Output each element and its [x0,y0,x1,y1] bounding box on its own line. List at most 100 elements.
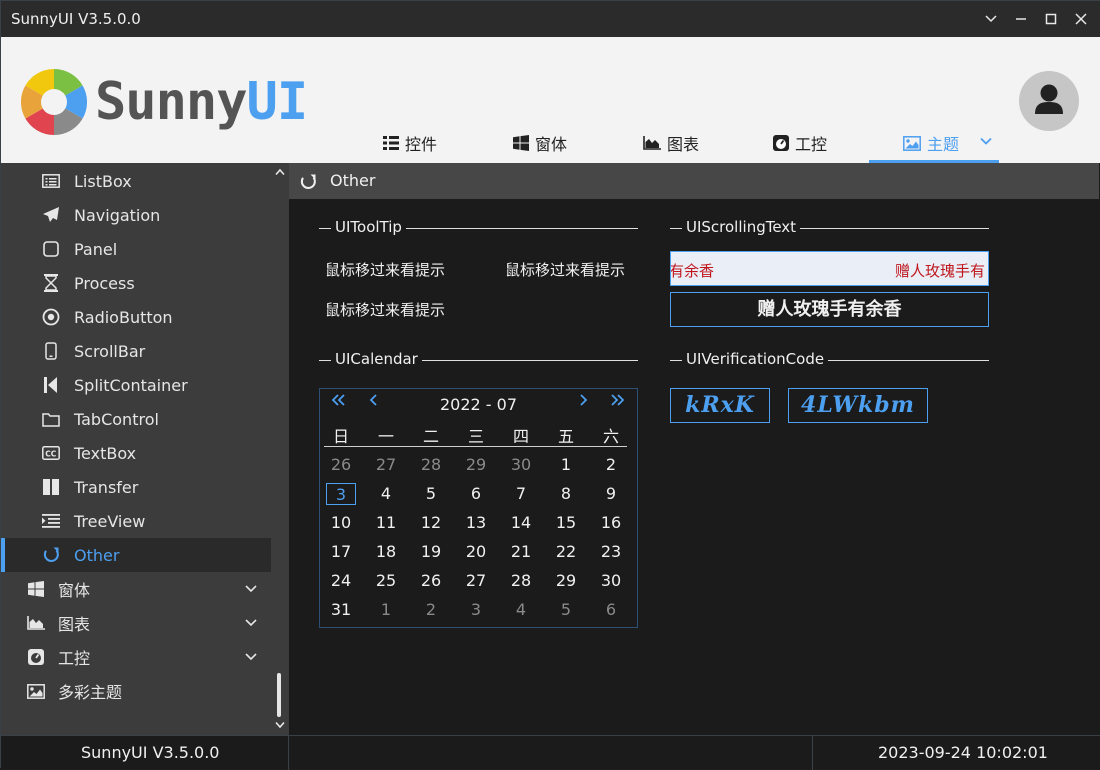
nav-tab-charts[interactable]: 图表 [627,127,757,163]
calendar-day[interactable]: 18 [370,541,402,563]
scroll-thumb[interactable] [277,673,281,717]
calendar-day[interactable]: 17 [325,541,357,563]
calendar-day[interactable]: 9 [595,483,627,505]
calendar-day[interactable]: 1 [550,454,582,476]
sidebar-item-panel[interactable]: Panel [1,232,271,266]
calendar-day[interactable]: 2 [415,599,447,621]
calendar-day[interactable]: 13 [460,512,492,534]
sidebar-item-textbox[interactable]: CC TextBox [1,436,271,470]
calendar-day[interactable]: 1 [370,599,402,621]
verification-code[interactable]: 4LWkbm [788,388,928,423]
sidebar-item-navigation[interactable]: Navigation [1,198,271,232]
app-window: SunnyUI V3.5.0.0 SunnyUI 控件 窗体 图表 工控 主题 … [0,0,1100,770]
sidebar-item-transfer[interactable]: Transfer [1,470,271,504]
list-icon [383,136,399,150]
nav-tab-theme[interactable]: 主题 [869,127,999,163]
sidebar-group-industrial[interactable]: 工控 [1,640,271,674]
calendar-day[interactable]: 10 [325,512,357,534]
list-alt-icon [41,171,61,191]
calendar-day[interactable]: 15 [550,512,582,534]
step-backward-icon [41,375,61,395]
calendar-day[interactable]: 26 [325,454,357,476]
calendar-day[interactable]: 28 [415,454,447,476]
user-avatar[interactable] [1019,71,1079,131]
calendar-day[interactable]: 31 [325,599,357,621]
nav-tab-forms[interactable]: 窗体 [497,127,627,163]
calendar-day[interactable]: 28 [505,570,537,592]
nav-tab-industrial[interactable]: 工控 [757,127,887,163]
calendar-day[interactable]: 27 [370,454,402,476]
status-version: SunnyUI V3.5.0.0 [81,743,220,762]
image-icon [26,681,46,701]
calendar: 2022 - 07 日一二三四五六 26 27 28 29 30 1 2 3 4 5 6 7 8 9 10 1… [319,388,638,628]
rotate-icon [41,545,61,565]
calendar-day[interactable]: 30 [595,570,627,592]
calendar-day[interactable]: 5 [550,599,582,621]
calendar-day[interactable]: 8 [550,483,582,505]
calendar-day[interactable]: 29 [550,570,582,592]
group-title: UIToolTip [331,218,406,236]
maximize-icon [1045,13,1057,25]
calendar-day[interactable]: 11 [370,512,402,534]
sidebar-item-process[interactable]: Process [1,266,271,300]
sidebar-group-charts[interactable]: 图表 [1,606,271,640]
title-bar[interactable]: SunnyUI V3.5.0.0 [1,1,1100,37]
user-icon [1035,84,1063,114]
calendar-day[interactable]: 4 [505,599,537,621]
sidebar-item-scrollbar[interactable]: ScrollBar [1,334,271,368]
scrolling-text-button[interactable]: 赠人玫瑰手有余香 [670,292,989,327]
logo-text: SunnyUI [95,72,308,132]
calendar-day[interactable]: 3 [460,599,492,621]
calendar-day[interactable]: 2 [595,454,627,476]
scrolling-text-left: 有余香 [670,262,715,280]
calendar-day[interactable]: 3 [326,483,356,505]
calendar-day[interactable]: 23 [595,541,627,563]
calendar-day[interactable]: 12 [415,512,447,534]
status-datetime: 2023-09-24 10:02:01 [878,743,1048,762]
calendar-day[interactable]: 22 [550,541,582,563]
tooltip-group: UIToolTip [319,218,638,236]
tooltip-label[interactable]: 鼠标移过来看提示 [505,259,625,280]
calendar-day[interactable]: 6 [460,483,492,505]
sidebar-scrollbar[interactable] [271,163,289,735]
nav-tab-controls[interactable]: 控件 [367,127,497,163]
mobile-icon [41,341,61,361]
sidebar-group-forms[interactable]: 窗体 [1,572,271,606]
close-icon [1075,13,1087,25]
scroll-down-icon[interactable] [275,721,285,729]
folder-icon [41,409,61,429]
rotate-icon [299,173,317,195]
calendar-day[interactable]: 29 [460,454,492,476]
calendar-day[interactable]: 7 [505,483,537,505]
calendar-day[interactable]: 20 [460,541,492,563]
calendar-day[interactable]: 26 [415,570,447,592]
maximize-button[interactable] [1039,7,1063,31]
tooltip-label[interactable]: 鼠标移过来看提示 [325,299,445,320]
close-button[interactable] [1069,7,1093,31]
area-chart-icon [26,613,46,633]
status-middle-cell [289,736,813,770]
sidebar-item-other[interactable]: Other [1,538,271,572]
calendar-day[interactable]: 27 [460,570,492,592]
tooltip-label[interactable]: 鼠标移过来看提示 [325,259,445,280]
calendar-day[interactable]: 30 [505,454,537,476]
calendar-day[interactable]: 21 [505,541,537,563]
calendar-day[interactable]: 24 [325,570,357,592]
calendar-day[interactable]: 4 [370,483,402,505]
scroll-up-icon[interactable] [275,168,285,176]
sidebar-item-tabcontrol[interactable]: TabControl [1,402,271,436]
sidebar-item-treeview[interactable]: TreeView [1,504,271,538]
calendar-day[interactable]: 6 [595,599,627,621]
calendar-day[interactable]: 19 [415,541,447,563]
sidebar-item-radiobutton[interactable]: RadioButton [1,300,271,334]
verification-code[interactable]: kRxK [670,388,770,423]
calendar-day[interactable]: 14 [505,512,537,534]
sidebar-group-themes[interactable]: 多彩主题 [1,674,271,708]
dropdown-button[interactable] [979,7,1003,31]
calendar-day[interactable]: 16 [595,512,627,534]
minimize-button[interactable] [1009,7,1033,31]
sidebar-item-listbox[interactable]: ListBox [1,164,271,198]
sidebar-item-splitcontainer[interactable]: SplitContainer [1,368,271,402]
calendar-day[interactable]: 5 [415,483,447,505]
calendar-day[interactable]: 25 [370,570,402,592]
